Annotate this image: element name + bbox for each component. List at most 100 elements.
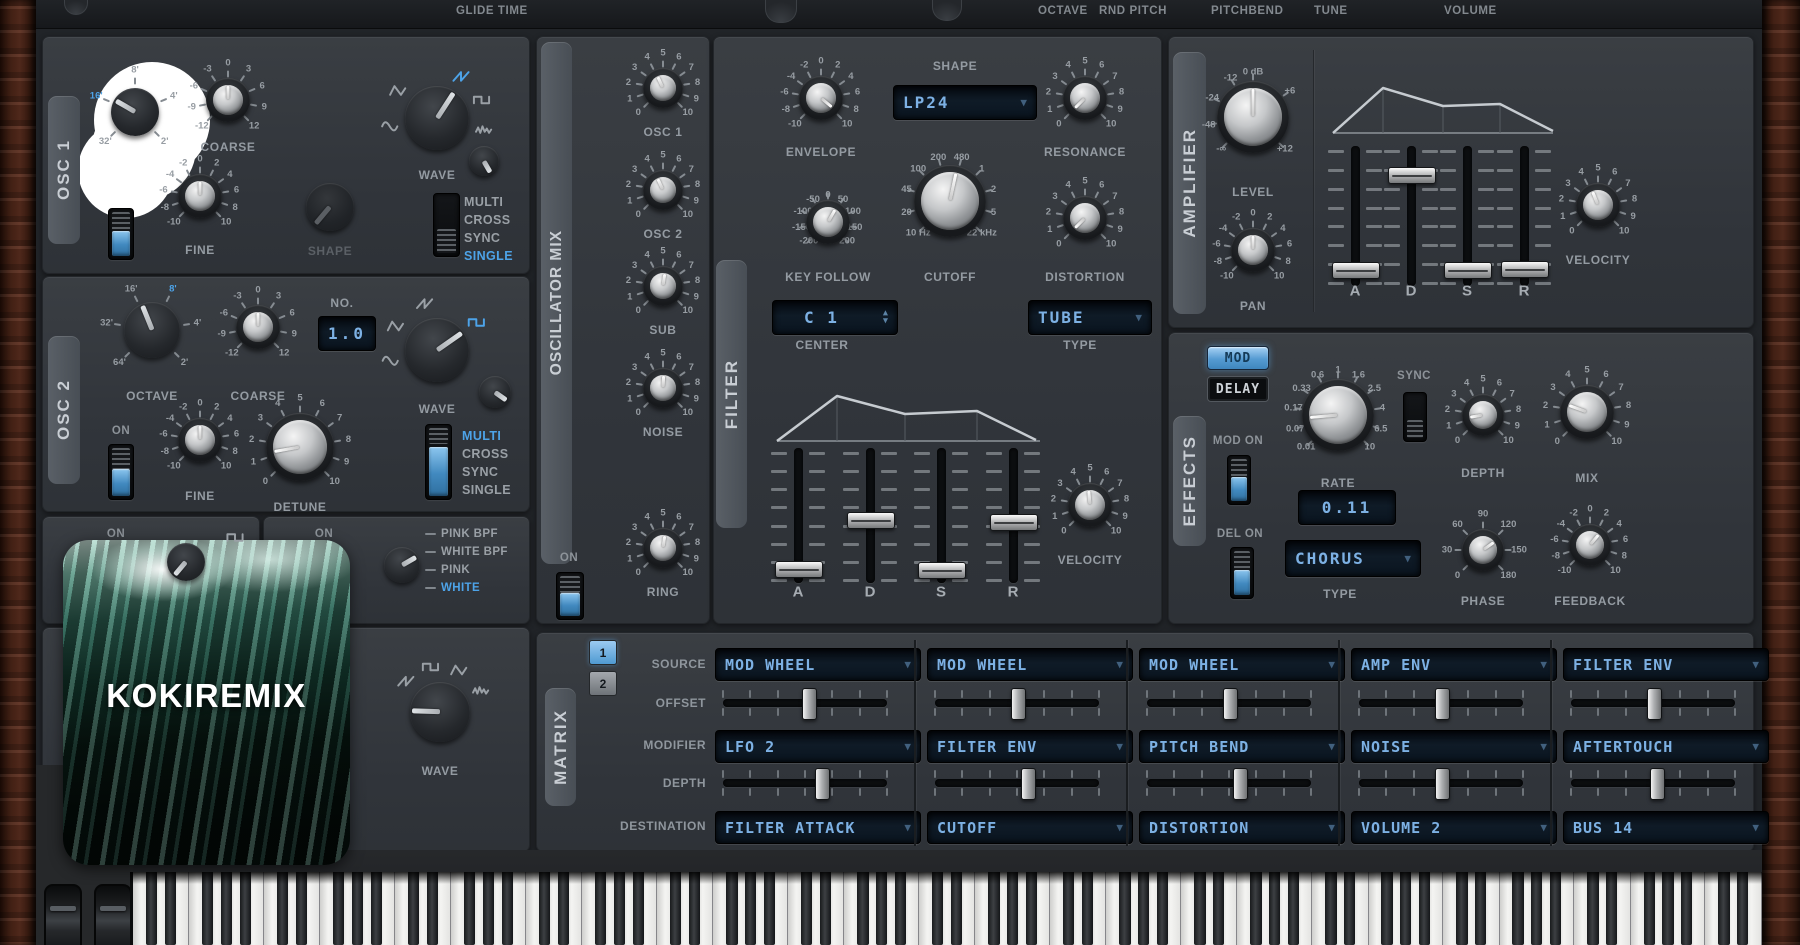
osc1-mode-switch[interactable] <box>433 193 460 257</box>
piano-key-black[interactable] <box>427 872 438 945</box>
matrix-slot5-source-dropdown[interactable]: FILTER ENV <box>1563 648 1769 681</box>
matrix-slot4-offset-slider[interactable] <box>1435 688 1450 720</box>
piano-key-black[interactable] <box>1250 872 1261 945</box>
piano-key-black[interactable] <box>1344 872 1355 945</box>
piano-key-black[interactable] <box>1475 872 1486 945</box>
piano-key-black[interactable] <box>1512 872 1523 945</box>
piano-key-black[interactable] <box>1325 872 1336 945</box>
piano-key-black[interactable] <box>146 872 157 945</box>
osc2-mode-multi-selected[interactable]: MULTI <box>462 429 501 443</box>
piano-key-black[interactable] <box>1082 872 1093 945</box>
piano-key-black[interactable] <box>932 872 943 945</box>
piano-key-black[interactable] <box>614 872 625 945</box>
matrix-slot2-depth-slider[interactable] <box>1021 768 1036 800</box>
piano-key-black[interactable] <box>1194 872 1205 945</box>
piano-key-black[interactable] <box>408 872 419 945</box>
piano-key-black[interactable] <box>1157 872 1168 945</box>
amp-adsr-d-slider[interactable] <box>1388 167 1436 184</box>
filter-adsr-d-slider[interactable] <box>847 512 895 529</box>
piano-key-black[interactable] <box>221 872 232 945</box>
pitch-wheel[interactable] <box>44 884 82 945</box>
matrix-slot2-destination-dropdown[interactable]: CUTOFF <box>927 811 1133 844</box>
piano-keyboard[interactable] <box>130 872 1764 945</box>
matrix-slot1-depth-slider[interactable] <box>815 768 830 800</box>
matrix-slot3-depth-slider[interactable] <box>1233 768 1248 800</box>
piano-key-black[interactable] <box>1681 872 1692 945</box>
fx-mod-on-switch[interactable] <box>1227 455 1251 505</box>
piano-key-black[interactable] <box>1456 872 1467 945</box>
piano-key-black[interactable] <box>1737 872 1748 945</box>
matrix-slot4-modifier-dropdown[interactable]: NOISE <box>1351 730 1557 763</box>
piano-key-black[interactable] <box>240 872 251 945</box>
piano-key-black[interactable] <box>333 872 344 945</box>
osc1-mode-multi[interactable]: MULTI <box>464 195 503 209</box>
piano-key-black[interactable] <box>820 872 831 945</box>
piano-key-black[interactable] <box>876 872 887 945</box>
piano-key-black[interactable] <box>1026 872 1037 945</box>
piano-key-black[interactable] <box>352 872 363 945</box>
piano-key-black[interactable] <box>1644 872 1655 945</box>
stepper-arrows-icon[interactable] <box>883 310 888 325</box>
piano-key-black[interactable] <box>951 872 962 945</box>
matrix-slot5-offset-slider[interactable] <box>1647 688 1662 720</box>
piano-key-black[interactable] <box>502 872 513 945</box>
amp-adsr-a-slider[interactable] <box>1332 262 1380 279</box>
osc2-mode-single[interactable]: SINGLE <box>462 483 511 497</box>
piano-key-black[interactable] <box>1606 872 1617 945</box>
piano-key-black[interactable] <box>1381 872 1392 945</box>
fx-sync-switch[interactable] <box>1403 392 1427 442</box>
filter-adsr-r-slider[interactable] <box>990 514 1038 531</box>
piano-key-black[interactable] <box>988 872 999 945</box>
piano-key-black[interactable] <box>1269 872 1280 945</box>
matrix-slot3-destination-dropdown[interactable]: DISTORTION <box>1139 811 1345 844</box>
matrix-slot1-destination-dropdown[interactable]: FILTER ATTACK <box>715 811 921 844</box>
matrix-slot4-depth-slider[interactable] <box>1435 768 1450 800</box>
piano-key-black[interactable] <box>670 872 681 945</box>
matrix-slot3-offset-slider[interactable] <box>1223 688 1238 720</box>
osc2-mode-sync[interactable]: SYNC <box>462 465 498 479</box>
piano-key-black[interactable] <box>1718 872 1729 945</box>
osc2-on-switch[interactable] <box>108 444 134 500</box>
piano-key-black[interactable] <box>1587 872 1598 945</box>
piano-key-black[interactable] <box>689 872 700 945</box>
osc1-on-switch[interactable] <box>108 208 134 260</box>
noise-type-white-bpf[interactable]: WHITE BPF <box>425 546 508 558</box>
matrix-slot4-destination-dropdown[interactable]: VOLUME 2 <box>1351 811 1557 844</box>
piano-key-black[interactable] <box>1213 872 1224 945</box>
matrix-slot2-modifier-dropdown[interactable]: FILTER ENV <box>927 730 1133 763</box>
filter-center-stepper[interactable]: C 1 <box>772 300 898 335</box>
piano-key-black[interactable] <box>801 872 812 945</box>
osc2-mode-cross[interactable]: CROSS <box>462 447 508 461</box>
matrix-page-2-button[interactable]: 2 <box>589 671 617 696</box>
matrix-slot3-modifier-dropdown[interactable]: PITCH BEND <box>1139 730 1345 763</box>
filter-adsr-s-slider[interactable] <box>918 562 966 579</box>
piano-key-black[interactable] <box>1400 872 1411 945</box>
fx-delay-button[interactable]: DELAY <box>1207 376 1269 402</box>
amp-adsr-r-slider[interactable] <box>1501 261 1549 278</box>
matrix-slot4-source-dropdown[interactable]: AMP ENV <box>1351 648 1557 681</box>
piano-key-black[interactable] <box>595 872 606 945</box>
filter-shape-dropdown[interactable]: LP24 <box>893 85 1037 120</box>
piano-key-black[interactable] <box>1119 872 1130 945</box>
osc2-wave-number-display[interactable]: 1.0 <box>318 316 376 351</box>
piano-key-black[interactable] <box>764 872 775 945</box>
filter-type-dropdown[interactable]: TUBE <box>1028 300 1152 335</box>
noise-type-pink-bpf[interactable]: PINK BPF <box>425 528 498 540</box>
osc1-mode-single-selected[interactable]: SINGLE <box>464 249 513 263</box>
noise-type-pink[interactable]: PINK <box>425 564 470 576</box>
mix-on-switch[interactable] <box>556 572 584 620</box>
piano-key-black[interactable] <box>1550 872 1561 945</box>
osc2-mode-switch[interactable] <box>425 424 452 500</box>
piano-key-black[interactable] <box>1662 872 1673 945</box>
piano-key-black[interactable] <box>895 872 906 945</box>
matrix-slot5-modifier-dropdown[interactable]: AFTERTOUCH <box>1563 730 1769 763</box>
matrix-slot5-destination-dropdown[interactable]: BUS 14 <box>1563 811 1769 844</box>
piano-key-black[interactable] <box>633 872 644 945</box>
piano-key-black[interactable] <box>202 872 213 945</box>
piano-key-black[interactable] <box>277 872 288 945</box>
noise-type-white-selected[interactable]: WHITE <box>425 582 480 594</box>
piano-key-black[interactable] <box>464 872 475 945</box>
mod-wheel[interactable] <box>94 884 132 945</box>
piano-key-black[interactable] <box>1531 872 1542 945</box>
piano-key-black[interactable] <box>857 872 868 945</box>
